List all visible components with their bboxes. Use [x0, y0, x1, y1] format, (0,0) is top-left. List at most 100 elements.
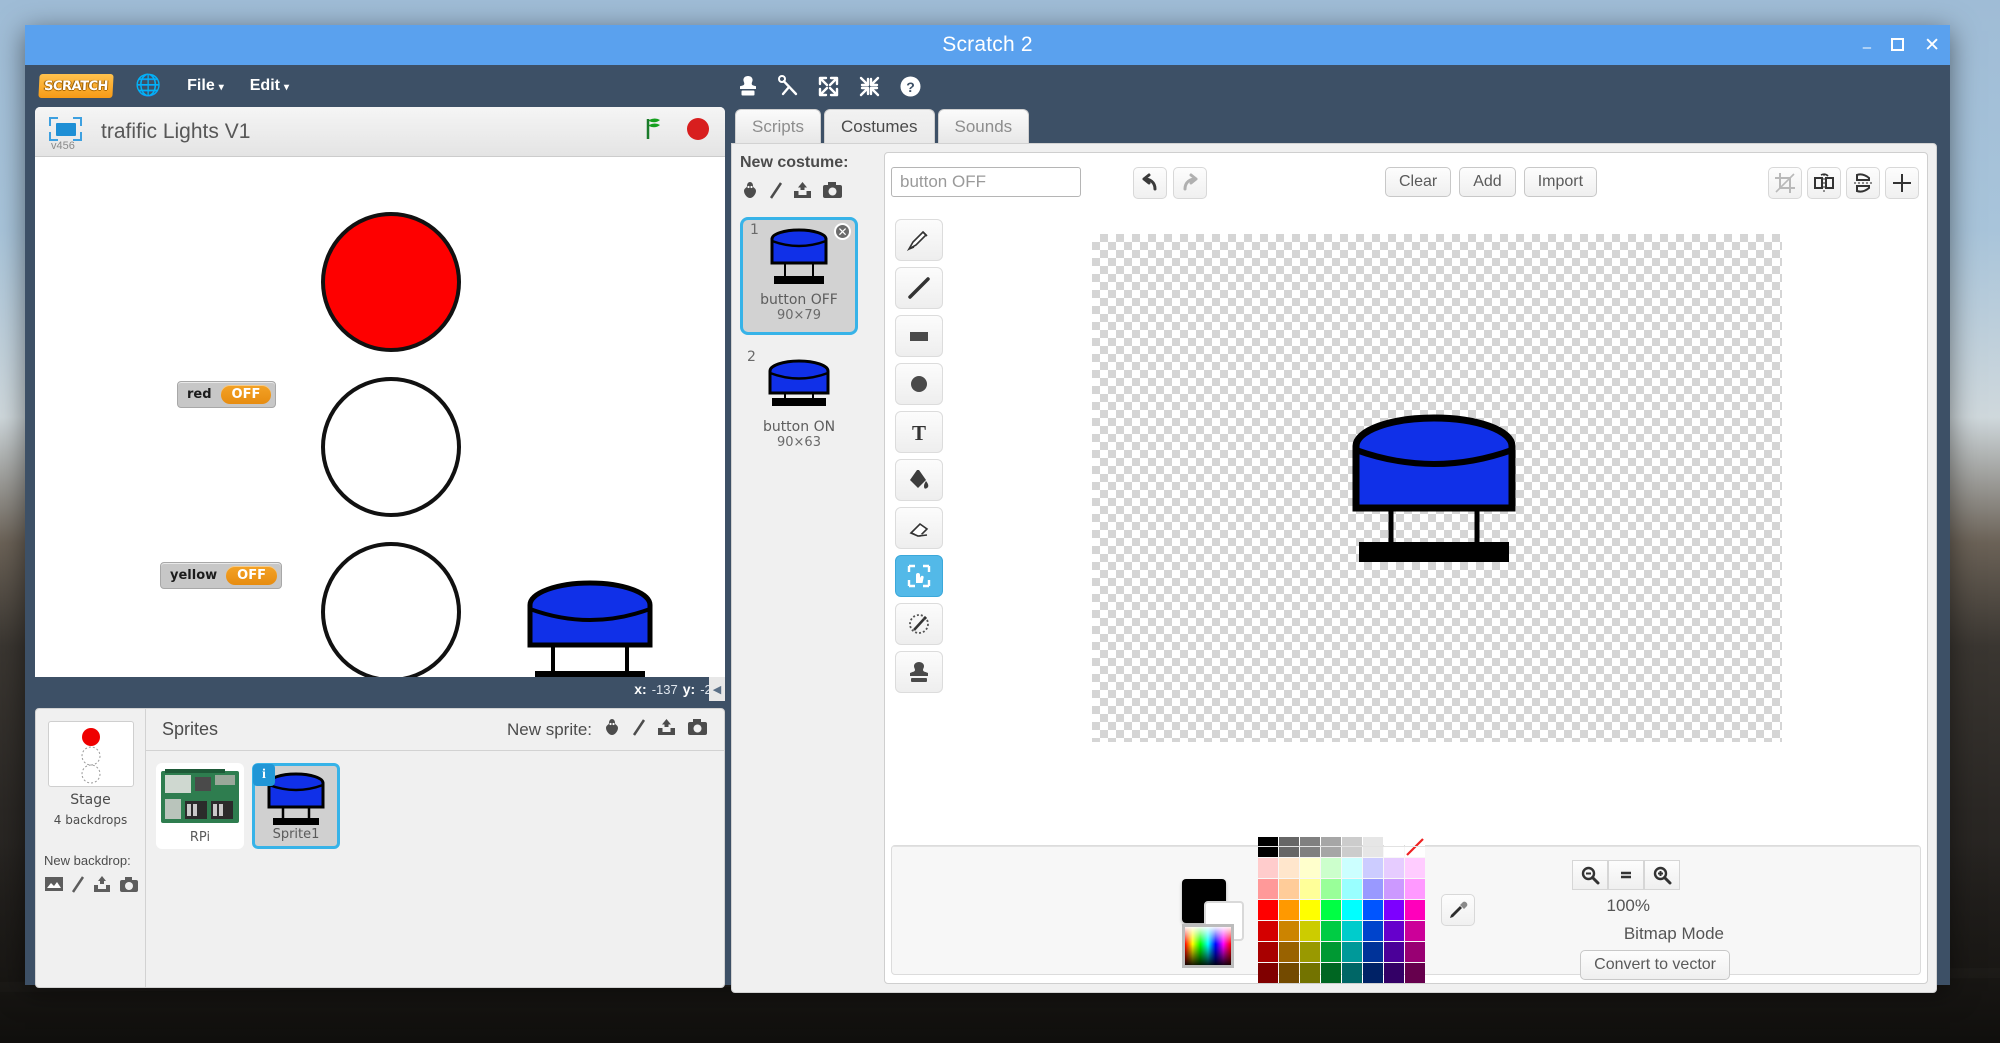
- shrink-icon[interactable]: [858, 75, 881, 98]
- set-center-icon[interactable]: [1885, 167, 1919, 199]
- stamp-tool[interactable]: [895, 651, 943, 693]
- color-swatch[interactable]: [1384, 921, 1404, 941]
- color-swatch[interactable]: [1405, 942, 1425, 962]
- color-swatch[interactable]: [1258, 942, 1278, 962]
- color-swatch[interactable]: [1405, 879, 1425, 899]
- color-swatch[interactable]: [1300, 921, 1320, 941]
- tab-costumes[interactable]: Costumes: [824, 109, 935, 143]
- rectangle-tool[interactable]: [895, 315, 943, 357]
- globe-icon[interactable]: 🌐: [135, 74, 161, 98]
- color-swatch[interactable]: [1363, 858, 1383, 878]
- color-swatch[interactable]: [1279, 858, 1299, 878]
- costume-tile-1[interactable]: 1 ✕ button OFF 90×79: [740, 217, 858, 335]
- grow-icon[interactable]: [817, 75, 840, 98]
- import-button[interactable]: Import: [1524, 167, 1597, 197]
- color-swatch[interactable]: [1258, 900, 1278, 920]
- fill-tool[interactable]: [895, 459, 943, 501]
- color-swatch[interactable]: [1279, 942, 1299, 962]
- fullscreen-icon[interactable]: v456: [49, 117, 87, 147]
- stage-canvas[interactable]: red OFF yellow OFF green OFF button OFF: [35, 157, 725, 677]
- color-swatch[interactable]: [1405, 837, 1425, 857]
- maximize-button[interactable]: [1891, 36, 1904, 55]
- color-swatch[interactable]: [1300, 963, 1320, 983]
- costume-tile-2[interactable]: 2 button ON 90×63: [740, 347, 858, 465]
- color-swatch[interactable]: [1405, 963, 1425, 983]
- color-swatch[interactable]: [1363, 837, 1383, 857]
- color-swatch[interactable]: [1363, 900, 1383, 920]
- color-swatch[interactable]: [1405, 900, 1425, 920]
- color-swatch[interactable]: [1300, 858, 1320, 878]
- color-swatch[interactable]: [1279, 879, 1299, 899]
- ellipse-tool[interactable]: [895, 363, 943, 405]
- upload-icon[interactable]: [656, 717, 677, 742]
- color-swatch[interactable]: [1342, 921, 1362, 941]
- upload-icon[interactable]: [792, 180, 813, 205]
- color-swatch[interactable]: [1342, 879, 1362, 899]
- color-swatch[interactable]: [1405, 921, 1425, 941]
- color-swatch[interactable]: [1363, 963, 1383, 983]
- crop-icon[interactable]: [1768, 167, 1802, 199]
- camera-icon[interactable]: [822, 181, 843, 204]
- button-sprite-on-stage[interactable]: [525, 575, 655, 677]
- color-swatch[interactable]: [1384, 942, 1404, 962]
- color-swatch[interactable]: [1279, 900, 1299, 920]
- eraser-tool[interactable]: [895, 507, 943, 549]
- color-swatch[interactable]: [1258, 921, 1278, 941]
- color-swatch[interactable]: [1363, 879, 1383, 899]
- minimize-button[interactable]: –: [1863, 40, 1871, 55]
- clear-button[interactable]: Clear: [1385, 167, 1451, 197]
- flip-horizontal-icon[interactable]: [1807, 167, 1841, 199]
- color-picker-gradient[interactable]: [1182, 924, 1234, 968]
- color-swatch[interactable]: [1384, 900, 1404, 920]
- line-tool[interactable]: [895, 267, 943, 309]
- color-swatch[interactable]: [1279, 963, 1299, 983]
- brush-tool[interactable]: [895, 219, 943, 261]
- select-tool[interactable]: [895, 555, 943, 597]
- color-swatch[interactable]: [1300, 900, 1320, 920]
- color-swatch[interactable]: [1321, 921, 1341, 941]
- sprite-info-icon[interactable]: i: [253, 764, 275, 786]
- undo-icon[interactable]: [1133, 167, 1167, 199]
- zoom-out-icon[interactable]: [1572, 860, 1608, 890]
- library-icon[interactable]: [602, 717, 622, 742]
- color-swatch[interactable]: [1258, 858, 1278, 878]
- color-swatch[interactable]: [1321, 879, 1341, 899]
- watcher-red[interactable]: red OFF: [177, 381, 276, 408]
- costume-name-input[interactable]: [891, 167, 1081, 197]
- color-swatch[interactable]: [1384, 963, 1404, 983]
- color-swatch[interactable]: [1279, 837, 1299, 857]
- color-swatch[interactable]: [1300, 942, 1320, 962]
- color-swatch[interactable]: [1384, 837, 1404, 857]
- convert-to-vector-button[interactable]: Convert to vector: [1580, 950, 1730, 980]
- stop-sign-icon[interactable]: [685, 116, 711, 147]
- costume-artwork[interactable]: [1329, 412, 1539, 572]
- color-swatch[interactable]: [1342, 942, 1362, 962]
- green-flag-icon[interactable]: [643, 116, 669, 147]
- magic-wand-tool[interactable]: [895, 603, 943, 645]
- color-swatch[interactable]: [1258, 879, 1278, 899]
- color-swatch[interactable]: [1342, 858, 1362, 878]
- color-swatch[interactable]: [1321, 858, 1341, 878]
- color-swatch[interactable]: [1342, 837, 1362, 857]
- color-swatch[interactable]: [1384, 879, 1404, 899]
- zoom-reset-icon[interactable]: [1608, 860, 1644, 890]
- eyedropper-icon[interactable]: [1441, 894, 1475, 926]
- paint-icon[interactable]: [71, 874, 85, 899]
- color-swatch[interactable]: [1363, 942, 1383, 962]
- menu-edit[interactable]: Edit▾: [250, 77, 289, 95]
- picture-icon[interactable]: [44, 875, 64, 898]
- zoom-in-icon[interactable]: [1644, 860, 1680, 890]
- help-icon[interactable]: ?: [899, 75, 922, 98]
- color-swatch[interactable]: [1258, 837, 1278, 857]
- color-swatch[interactable]: [1258, 963, 1278, 983]
- menu-file[interactable]: File▾: [187, 77, 224, 95]
- tab-scripts[interactable]: Scripts: [735, 109, 821, 143]
- paint-icon[interactable]: [632, 717, 646, 742]
- upload-icon[interactable]: [92, 874, 112, 899]
- color-swatch[interactable]: [1300, 837, 1320, 857]
- stamp-icon[interactable]: [737, 74, 759, 98]
- color-swatch[interactable]: [1405, 858, 1425, 878]
- color-swatch[interactable]: [1321, 963, 1341, 983]
- flip-vertical-icon[interactable]: [1846, 167, 1880, 199]
- color-swatch[interactable]: [1342, 900, 1362, 920]
